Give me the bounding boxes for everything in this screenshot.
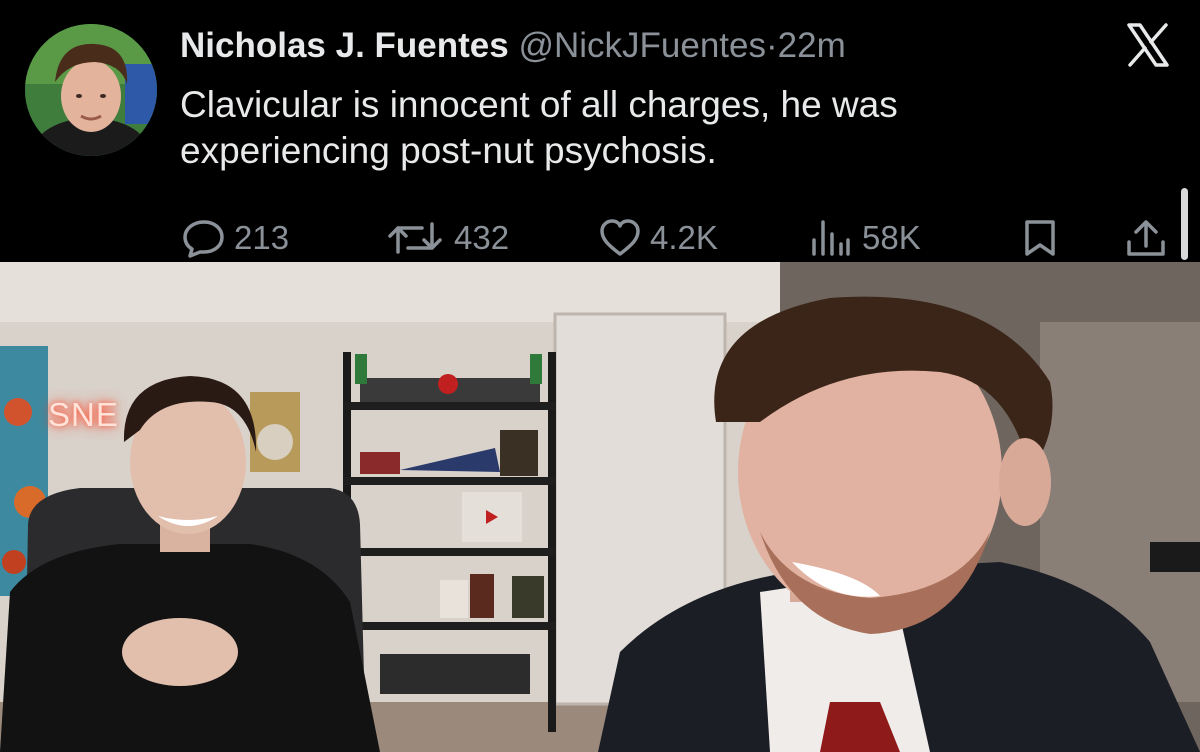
share-button[interactable] — [1124, 214, 1168, 262]
reply-button[interactable]: 213 — [182, 214, 289, 262]
heart-icon — [600, 219, 640, 256]
analytics-icon — [812, 220, 850, 256]
share-icon — [1127, 220, 1165, 256]
tweet-timestamp[interactable]: 22m — [778, 26, 846, 65]
tweet-header: Nicholas J. Fuentes @NickJFuentes·22m — [180, 22, 846, 70]
tweet-text: Clavicular is innocent of all charges, h… — [180, 82, 1080, 174]
author-handle[interactable]: @NickJFuentes — [518, 26, 766, 65]
meta-separator: · — [766, 26, 778, 65]
bookmark-icon — [1025, 220, 1055, 256]
bookmark-button[interactable] — [1020, 214, 1060, 262]
views-button[interactable]: 58K — [808, 214, 921, 262]
reply-icon — [183, 220, 224, 258]
tweet-text-line-2: experiencing post-nut psychosis. — [180, 130, 717, 171]
scrollbar-thumb[interactable] — [1181, 188, 1188, 260]
author-avatar[interactable] — [25, 24, 157, 156]
tweet-text-line-1: Clavicular is innocent of all charges, h… — [180, 84, 898, 125]
repost-icon — [388, 222, 442, 254]
tweet-card: Nicholas J. Fuentes @NickJFuentes·22m Cl… — [0, 0, 1200, 260]
repost-count: 432 — [454, 219, 510, 256]
author-name[interactable]: Nicholas J. Fuentes — [180, 26, 509, 65]
neon-sign-text: SNE — [48, 396, 119, 433]
view-count: 58K — [862, 219, 921, 256]
video-still: SNE — [0, 262, 1200, 752]
like-button[interactable]: 4.2K — [598, 214, 718, 262]
tweet-action-bar: 213 432 4.2K 58K — [0, 214, 1200, 262]
repost-button[interactable]: 432 — [384, 214, 509, 262]
reply-count: 213 — [234, 219, 290, 256]
video-scene-image — [0, 262, 1200, 752]
x-logo-icon — [1127, 23, 1169, 67]
like-count: 4.2K — [650, 219, 718, 256]
